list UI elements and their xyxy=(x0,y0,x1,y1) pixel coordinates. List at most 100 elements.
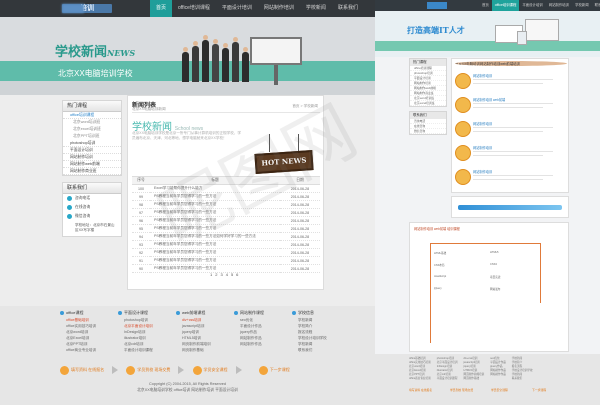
news-banner: 学校新闻NEWS 北京XX电脑培训学校 xyxy=(0,17,375,95)
page-4[interactable]: 4 xyxy=(226,272,228,277)
column-header-date: 日期 xyxy=(280,176,320,185)
right-footer-column: 学校新闻 学校简介 报名流程 学校设计培训学校 学校新闻 联系我们 xyxy=(512,357,533,381)
table-row[interactable]: 96 PS教程当前年学员您得学习的一些方法 2014-06-28 xyxy=(132,216,320,225)
news-description: 北京XX电脑培训学校是北京一所专门从事计算机培训的正规学校，学员遍布北京、天津、… xyxy=(132,131,242,140)
course-item[interactable]: 网站制作培训 web前端 xyxy=(455,95,567,117)
table-row[interactable]: 91 PS教程当前年学员您得学习的一些方法 2014-06-28 xyxy=(132,256,320,265)
nav-item-office[interactable]: office培训课程 xyxy=(172,0,216,17)
right-footer-link[interactable]: office商业专业培训 xyxy=(409,377,431,381)
news-table: 序号 标题 日期 100 Excel学习能帮你提升什么能力 2014-06-28 9… xyxy=(132,176,320,273)
contact-phone[interactable]: 咨询电话 xyxy=(63,194,121,203)
course-roadmap: 网站制作培训 web前端 培训课程 HTML基础 CSS布局 JavaScrip… xyxy=(409,222,569,352)
step-2[interactable]: 学员到校 现场交费 xyxy=(126,363,192,377)
page-2[interactable]: 2 xyxy=(215,272,217,277)
course-badge-icon xyxy=(455,97,471,113)
page-5[interactable]: 5 xyxy=(231,272,233,277)
right-sidebar: 热门课程 office培训课程 photoshop培训 平面设计培训 网站制作培… xyxy=(409,58,447,139)
right-nav-news[interactable]: 学校新闻 xyxy=(572,0,592,11)
course-page-mockup: 首页 office培训课程 平面设计培训 网站制作培训 学校新闻 联系我们 打造… xyxy=(375,0,600,405)
school-address: 学校地址：北京市石景山区XX写字楼 xyxy=(75,223,115,232)
contact-box: 联系我们 咨询电话 在线咨询 微信咨询 学校地址：北京市石景山区XX写字楼 xyxy=(62,182,122,237)
devices-illustration xyxy=(495,17,563,45)
right-step-3[interactable]: 学员安全课程 xyxy=(491,386,528,394)
right-footer-link[interactable]: 平面设计培训课程 xyxy=(437,377,458,381)
copyright: Copyright (C) 2004-2015, All Rights Rese… xyxy=(137,382,238,392)
signup-steps: 填写资料 在线报名 学员到校 现场交费 学员安全课程 下一步课程 xyxy=(60,363,325,377)
progress-flow xyxy=(451,196,569,218)
right-site-logo[interactable] xyxy=(427,2,447,9)
table-row[interactable]: 97 PS教程当前年学员您得学习的一些方法 2014-06-28 xyxy=(132,208,320,217)
main-nav: 首页 office培训课程 平面设计培训 网站制作培训 学校新闻 联系我们 xyxy=(150,0,364,17)
right-footer-link[interactable]: 网站制作作品 xyxy=(490,373,506,377)
course-item[interactable]: 网站制作培训 xyxy=(455,167,567,189)
right-nav-office[interactable]: office培训课程 xyxy=(491,0,520,11)
right-hot-courses: 热门课程 office培训课程 photoshop培训 平面设计培训 网站制作培… xyxy=(409,58,447,107)
step-1[interactable]: 填写资料 在线报名 xyxy=(60,363,126,377)
site-logo[interactable]: 培训 xyxy=(62,4,112,13)
footer-column-heading: 网站制作课程 xyxy=(234,309,282,317)
footer-column: 平面设计课程 photoshop培训 北京平面设计培训 InDesign培训 illus… xyxy=(118,309,166,353)
sidebar-item-graphic[interactable]: 平面设计培训 xyxy=(63,147,121,154)
footer-link[interactable]: office商业专业培训 xyxy=(60,347,108,353)
table-row[interactable]: 100 Excel学习能帮你提升什么能力 2014-06-28 xyxy=(132,184,320,193)
sidebar-subitem-ppt[interactable]: 北京PPT培训班 xyxy=(63,133,121,140)
table-row[interactable]: 95 PS教程当前年学员您得学习的一些方法 2014-06-28 xyxy=(132,224,320,233)
sidebar-item-office[interactable]: office培训课程 xyxy=(63,112,121,119)
table-row[interactable]: 92 PS教程当前年学员您得学习的一些方法 2014-06-28 xyxy=(132,248,320,257)
course-item[interactable]: 网站制作培训 xyxy=(455,143,567,165)
nav-item-home[interactable]: 首页 xyxy=(150,0,173,17)
right-course-list: 北京XX电脑培训网站制作培训web前端培训 网站制作培训 网站制作培训 web前… xyxy=(451,58,569,193)
nav-item-contact[interactable]: 联系我们 xyxy=(332,0,364,17)
footer: office课程 office基础培训 office实用技巧培训 北京word培训 北京… xyxy=(0,306,375,405)
sidebar-item-web-frontend[interactable]: 网站制作web前端 xyxy=(63,161,121,168)
people-illustration xyxy=(180,32,250,82)
right-nav-graphic[interactable]: 平面设计培训 xyxy=(519,0,545,11)
page-6[interactable]: 6 xyxy=(236,272,238,277)
footer-column: office课程 office基础培训 office实用技巧培训 北京word培训 北京… xyxy=(60,309,108,353)
table-row[interactable]: 99 PS教程当前年学员您得学习的一些方法 2014-06-28 xyxy=(132,192,320,201)
table-row[interactable]: 93 PS教程当前年学员您得学习的一些方法 2014-06-28 xyxy=(132,240,320,249)
footer-link[interactable]: 联系我们 xyxy=(292,347,340,353)
step-4[interactable]: 下一步课程 xyxy=(258,363,325,377)
right-nav-contact[interactable]: 联系我们 xyxy=(592,0,600,11)
right-contact-box: 联系我们 咨询电话 在线咨询 微信咨询 xyxy=(409,111,447,135)
page-3[interactable]: 3 xyxy=(220,272,222,277)
chat-icon xyxy=(67,205,72,210)
right-footer-link[interactable]: 网页制作基础 xyxy=(463,377,484,381)
right-footer-link[interactable]: 联系我们 xyxy=(512,377,533,381)
right-nav-home[interactable]: 首页 xyxy=(479,0,492,11)
sidebar-item-web[interactable]: 网站制作培训 xyxy=(63,154,121,161)
sidebar-subitem-excel[interactable]: 北京excel培训班 xyxy=(63,126,121,133)
page-1[interactable]: 1 xyxy=(210,272,212,277)
sidebar-item-photoshop[interactable]: photoshop培训 xyxy=(63,140,121,147)
right-nav-web[interactable]: 网站制作培训 xyxy=(546,0,572,11)
step-icon xyxy=(126,365,136,375)
footer-link[interactable]: 平面设计培训课程 xyxy=(118,347,166,353)
footer-link[interactable]: 网站制作作品 xyxy=(234,341,282,347)
billboard-illustration xyxy=(250,37,302,65)
step-3[interactable]: 学员安全课程 xyxy=(192,363,259,377)
stage: 培训 首页 office培训课程 平面设计培训 网站制作培训 学校新闻 联系我们… xyxy=(0,0,600,405)
sidebar-item-web-business[interactable]: 网站制作商业班 xyxy=(63,168,121,175)
nav-item-news[interactable]: 学校新闻 xyxy=(300,0,332,17)
breadcrumb[interactable]: 首页 > 学校新闻 xyxy=(292,104,318,109)
nav-item-web[interactable]: 网站制作培训 xyxy=(258,0,300,17)
right-step-1[interactable]: 填写资料 在线报名 xyxy=(409,386,446,394)
right-step-4[interactable]: 下一步课程 xyxy=(532,386,569,394)
nav-item-graphic[interactable]: 平面设计培训 xyxy=(216,0,258,17)
footer-column-heading: web前端课程 xyxy=(176,309,224,317)
contact-online[interactable]: 在线咨询 xyxy=(63,203,121,212)
right-signup-steps: 填写资料 在线报名 学员到校 现场交费 学员安全课程 下一步课程 xyxy=(409,386,569,394)
footer-link[interactable]: 网页制作基础 xyxy=(176,347,224,353)
step-icon xyxy=(60,365,69,375)
table-row[interactable]: 98 PS教程当前年学员您得学习的一些方法 2014-06-28 xyxy=(132,200,320,209)
course-badge-icon xyxy=(455,145,471,161)
table-row[interactable]: 94 PS教程当前年学员您得学习的一些方法如何学好学习的一些方法 2014-06-2… xyxy=(132,232,320,241)
contact-wechat[interactable]: 微信咨询 xyxy=(63,212,121,221)
course-item[interactable]: 网站制作培训 xyxy=(455,71,567,93)
sidebar-subitem-word[interactable]: 北京word培训班 xyxy=(63,119,121,126)
right-step-2[interactable]: 学员到校 现场交费 xyxy=(450,386,487,394)
hot-courses-box: 热门课程 office培训课程 北京word培训班 北京excel培训班 北京P… xyxy=(62,100,122,176)
course-item[interactable]: 网站制作培训 xyxy=(455,119,567,141)
sidebar: 热门课程 office培训课程 北京word培训班 北京excel培训班 北京P… xyxy=(62,100,122,237)
